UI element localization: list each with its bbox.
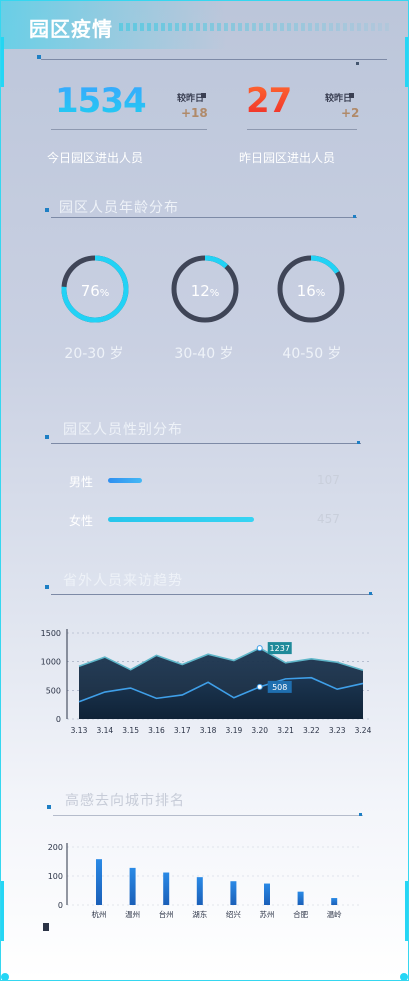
- trend-xtick-7: 3.20: [251, 726, 268, 735]
- age-pct-2: 16%: [296, 282, 326, 300]
- city-xtick-2: 台州: [159, 909, 174, 919]
- trend-section-rule: [51, 594, 373, 595]
- city-xtick-3: 湖东: [192, 909, 207, 919]
- epidemic-panel: 园区疫情 1534 较昨日 +18 今日园区进出人员 27 较昨日 +2 昨日园…: [0, 0, 409, 981]
- trend-callout-point-1: [256, 683, 263, 690]
- city-xtick-4: 绍兴: [226, 909, 241, 919]
- gender-female-value: 457: [317, 512, 340, 526]
- city-xtick-6: 合肥: [293, 909, 308, 919]
- corner-dot-left: [1, 973, 9, 980]
- city-ytick-0: 200: [48, 843, 63, 852]
- city-section-title: 高感去向城市排名: [65, 793, 185, 809]
- gender-male-bar: [108, 478, 143, 483]
- trend-callout-label-1: 508: [272, 683, 287, 692]
- age-label-0: 20-30 岁: [64, 346, 124, 362]
- today-compare-label: 较昨日: [177, 94, 205, 104]
- yesterday-visitors-value: 27: [246, 81, 292, 121]
- city-bar-2: [163, 872, 170, 905]
- trend-section-rule-end: [369, 592, 372, 595]
- age-section-rule-end: [353, 215, 356, 218]
- city-section-marker: [47, 805, 51, 809]
- trend-callout-label-0: 1237: [270, 644, 290, 653]
- gender-section-title: 园区人员性别分布: [63, 422, 183, 438]
- gender-section-rule: [51, 443, 361, 444]
- city-ytick-2: 0: [58, 901, 63, 910]
- city-scroll-marker: [43, 923, 49, 931]
- city-bar-1: [129, 867, 136, 905]
- panel-title: 园区疫情: [29, 17, 113, 41]
- panel-header: 园区疫情: [1, 1, 408, 49]
- city-xtick-5: 苏州: [260, 909, 275, 919]
- trend-ytick-2: 500: [46, 686, 61, 695]
- trend-xtick-8: 3.21: [277, 726, 294, 735]
- trend-xtick-1: 3.14: [96, 726, 113, 735]
- trend-ytick-3: 0: [56, 715, 61, 724]
- age-pct-1: 12%: [190, 282, 220, 300]
- trend-xtick-0: 3.13: [71, 726, 88, 735]
- gender-section-rule-end: [357, 441, 360, 444]
- city-ytick-1: 100: [48, 872, 63, 881]
- today-underline: [51, 129, 207, 130]
- trend-section-marker: [45, 585, 49, 589]
- city-bar-4: [230, 881, 237, 905]
- trend-chart: 1500 1000 500 0 1237 508 3.13 3.14 3.15 3.16 3.17 3…: [41, 629, 372, 735]
- city-xtick-7: 温岭: [327, 909, 342, 919]
- corner-dot-right: [400, 973, 408, 980]
- header-rule-end: [356, 62, 359, 65]
- today-compare-icon: [201, 93, 206, 98]
- trend-xtick-2: 3.15: [122, 726, 139, 735]
- age-pct-0: 76%: [80, 282, 110, 300]
- trend-xtick-5: 3.18: [200, 726, 217, 735]
- trend-callout-point-0: [256, 645, 263, 652]
- city-section-rule: [53, 815, 363, 816]
- age-section-rule: [51, 217, 357, 218]
- city-bar-6: [297, 891, 304, 905]
- trend-xtick-10: 3.23: [329, 726, 346, 735]
- today-visitors-caption: 今日园区进出人员: [47, 151, 144, 165]
- city-bar-0: [96, 859, 102, 905]
- yesterday-visitors-caption: 昨日园区进出人员: [239, 151, 336, 165]
- today-delta: +18: [181, 106, 208, 120]
- trend-xtick-11: 3.24: [355, 726, 372, 735]
- city-xtick-0: 杭州: [92, 909, 107, 919]
- city-bar-7: [331, 898, 338, 905]
- trend-ytick-0: 1500: [41, 629, 61, 638]
- gender-male-value: 107: [317, 473, 340, 487]
- trend-ytick-1: 1000: [41, 658, 61, 667]
- city-xtick-1: 温州: [125, 910, 140, 919]
- trend-xtick-6: 3.19: [226, 726, 243, 735]
- age-label-1: 30-40 岁: [174, 346, 234, 362]
- trend-xtick-3: 3.16: [148, 726, 165, 735]
- age-section-marker: [45, 208, 49, 212]
- gender-male-label: 男性: [69, 475, 94, 489]
- age-label-2: 40-50 岁: [282, 346, 342, 362]
- city-bar-5: [264, 883, 270, 905]
- yesterday-compare-icon: [349, 93, 354, 98]
- gender-female-bar: [108, 517, 254, 522]
- city-chart: 200 100 0 杭州 温州 台州 湖东 绍兴 苏州 合肥 温岭: [48, 843, 361, 919]
- gender-female-label: 女性: [69, 514, 94, 528]
- trend-xtick-4: 3.17: [174, 726, 191, 735]
- yesterday-delta: +2: [341, 106, 360, 120]
- trend-section-title: 省外人员来访趋势: [63, 573, 183, 589]
- city-section-rule-end: [359, 813, 362, 816]
- header-dash-decoration: [119, 23, 389, 31]
- yesterday-compare-label: 较昨日: [325, 94, 353, 104]
- today-visitors-value: 1534: [55, 81, 147, 121]
- gender-section-marker: [45, 435, 49, 439]
- yesterday-underline: [247, 129, 357, 130]
- city-bar-3: [196, 877, 203, 905]
- age-section-title: 园区人员年龄分布: [59, 200, 179, 216]
- header-rule: [41, 59, 387, 60]
- trend-xtick-9: 3.22: [303, 726, 320, 735]
